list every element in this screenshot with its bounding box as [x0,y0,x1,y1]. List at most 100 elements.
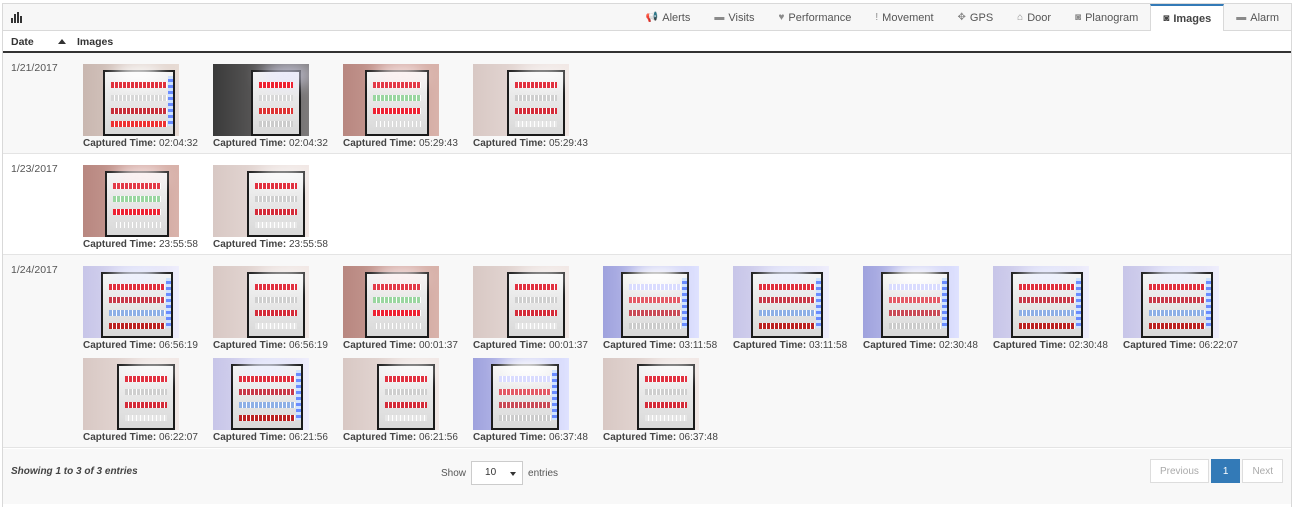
fridge-photo[interactable] [83,165,179,237]
tab-door[interactable]: ⌂ Door [1005,4,1063,31]
tab-planogram[interactable]: ◙ Planogram [1063,4,1150,31]
captured-time-label: Captured Time: [343,138,417,149]
fridge-photo[interactable] [603,358,699,430]
tab-label: Alarm [1250,11,1279,24]
date-column-header[interactable]: Date [11,36,34,48]
captured-time-label: Captured Time: [993,340,1067,351]
image-thumbnail-item: Captured Time: 06:22:07 [83,358,198,443]
previous-page-button[interactable]: Previous [1149,459,1209,483]
chevron-down-icon [510,472,517,476]
captured-time: Captured Time: 06:37:48 [603,432,718,443]
shelf-row [125,402,167,408]
page-1-button[interactable]: 1 [1210,459,1241,483]
captured-time-label: Captured Time: [1123,340,1197,351]
image-thumbnail-item: Captured Time: 02:04:32 [213,64,328,149]
briefcase-icon: ▬ [714,11,725,23]
captured-time: Captured Time: 06:37:48 [473,432,588,443]
image-thumbnail-item: Captured Time: 06:21:56 [343,358,458,443]
led-strip [552,370,557,420]
captured-time-label: Captured Time: [473,432,547,443]
fridge-photo[interactable] [83,358,179,430]
shelf-row [111,108,167,114]
fridge-photo[interactable] [213,64,309,136]
shelf-row [373,108,421,114]
shelf-row [759,284,815,290]
tab-alerts[interactable]: 📢 Alerts [634,4,703,31]
captured-time-label: Captured Time: [83,138,157,149]
fridge-photo[interactable] [733,266,829,338]
shelf-row [385,415,427,421]
pagination: Previous 1 Next [1149,459,1283,483]
shelf-row [111,82,167,88]
shelf-row [239,402,295,408]
captured-time-value: 03:11:58 [678,340,718,351]
shelf-row [255,209,297,215]
led-strip [942,278,947,328]
shelf-row [645,415,687,421]
image-thumbnail-item: Captured Time: 03:11:58 [733,266,847,351]
tab-performance[interactable]: ♥ Performance [766,4,863,31]
image-thumbnail-item: Captured Time: 00:01:37 [343,266,458,351]
shelf-row [373,310,421,316]
table-row: 1/24/2017 Captured Time: 06:56:19 Captured… [3,255,1291,448]
captured-time-value: 06:22:07 [158,432,198,443]
page-length-select[interactable]: 10 [471,461,524,485]
shelf-row [373,297,421,303]
fridge-photo[interactable] [863,266,959,338]
fridge-photo[interactable] [603,266,699,338]
fridge-photo[interactable] [993,266,1089,338]
shelf-row [1149,323,1205,329]
captured-time: Captured Time: 02:04:32 [83,138,198,149]
captured-time-value: 02:04:32 [158,138,198,149]
image-thumbnail-item: Captured Time: 06:21:56 [213,358,328,443]
image-thumbnail-item: Captured Time: 02:30:48 [863,266,978,351]
led-strip [166,278,171,328]
fridge-photo[interactable] [473,64,569,136]
fridge-photo[interactable] [473,266,569,338]
shelf-row [1149,310,1205,316]
shelf-row [373,82,421,88]
tab-visits[interactable]: ▬ Visits [702,4,766,31]
captured-time-value: 00:01:37 [548,340,588,351]
tab-label: GPS [969,11,994,24]
shelf-row [373,95,421,101]
captured-time: Captured Time: 06:21:56 [213,432,328,443]
captured-time: Captured Time: 00:01:37 [343,340,458,351]
shelf-row [629,297,681,303]
shelf-row [629,284,681,290]
led-strip [168,76,173,126]
fridge-photo[interactable] [343,266,439,338]
fridge-photo[interactable] [83,266,179,338]
captured-time-value: 23:55:58 [288,239,328,250]
captured-time-label: Captured Time: [603,432,677,443]
bar-chart-icon[interactable] [11,12,23,23]
next-page-button[interactable]: Next [1242,459,1283,483]
fridge-photo[interactable] [83,64,179,136]
entries-label: entries [528,467,559,479]
tab-images[interactable]: ◙ Images [1150,4,1225,32]
tab-movement[interactable]: ! Movement [863,4,945,31]
captured-time-label: Captured Time: [213,432,287,443]
fridge-photo[interactable] [1123,266,1219,338]
shelf-row [515,108,557,114]
captured-time-label: Captured Time: [213,239,287,250]
captured-time-value: 06:37:48 [548,432,588,443]
captured-time: Captured Time: 02:30:48 [993,340,1108,351]
sort-ascending-icon[interactable] [58,39,66,44]
captured-time-label: Captured Time: [603,340,677,351]
fridge-photo[interactable] [473,358,569,430]
fridge-photo[interactable] [213,266,309,338]
tab-gps[interactable]: ✥ GPS [946,4,1006,31]
tab-alarm[interactable]: ▬ Alarm [1224,4,1291,31]
fridge-photo[interactable] [343,64,439,136]
image-thumbnail-item: Captured Time: 06:22:07 [1123,266,1238,351]
captured-time: Captured Time: 23:55:58 [83,239,198,250]
crosshair-icon: ✥ [957,11,966,23]
page-length-value: 10 [485,467,497,478]
fridge-photo[interactable] [213,358,309,430]
captured-time: Captured Time: 06:21:56 [343,432,458,443]
captured-time-label: Captured Time: [733,340,807,351]
fridge-photo[interactable] [343,358,439,430]
image-thumbnail-item: Captured Time: 05:29:43 [343,64,458,149]
fridge-photo[interactable] [213,165,309,237]
